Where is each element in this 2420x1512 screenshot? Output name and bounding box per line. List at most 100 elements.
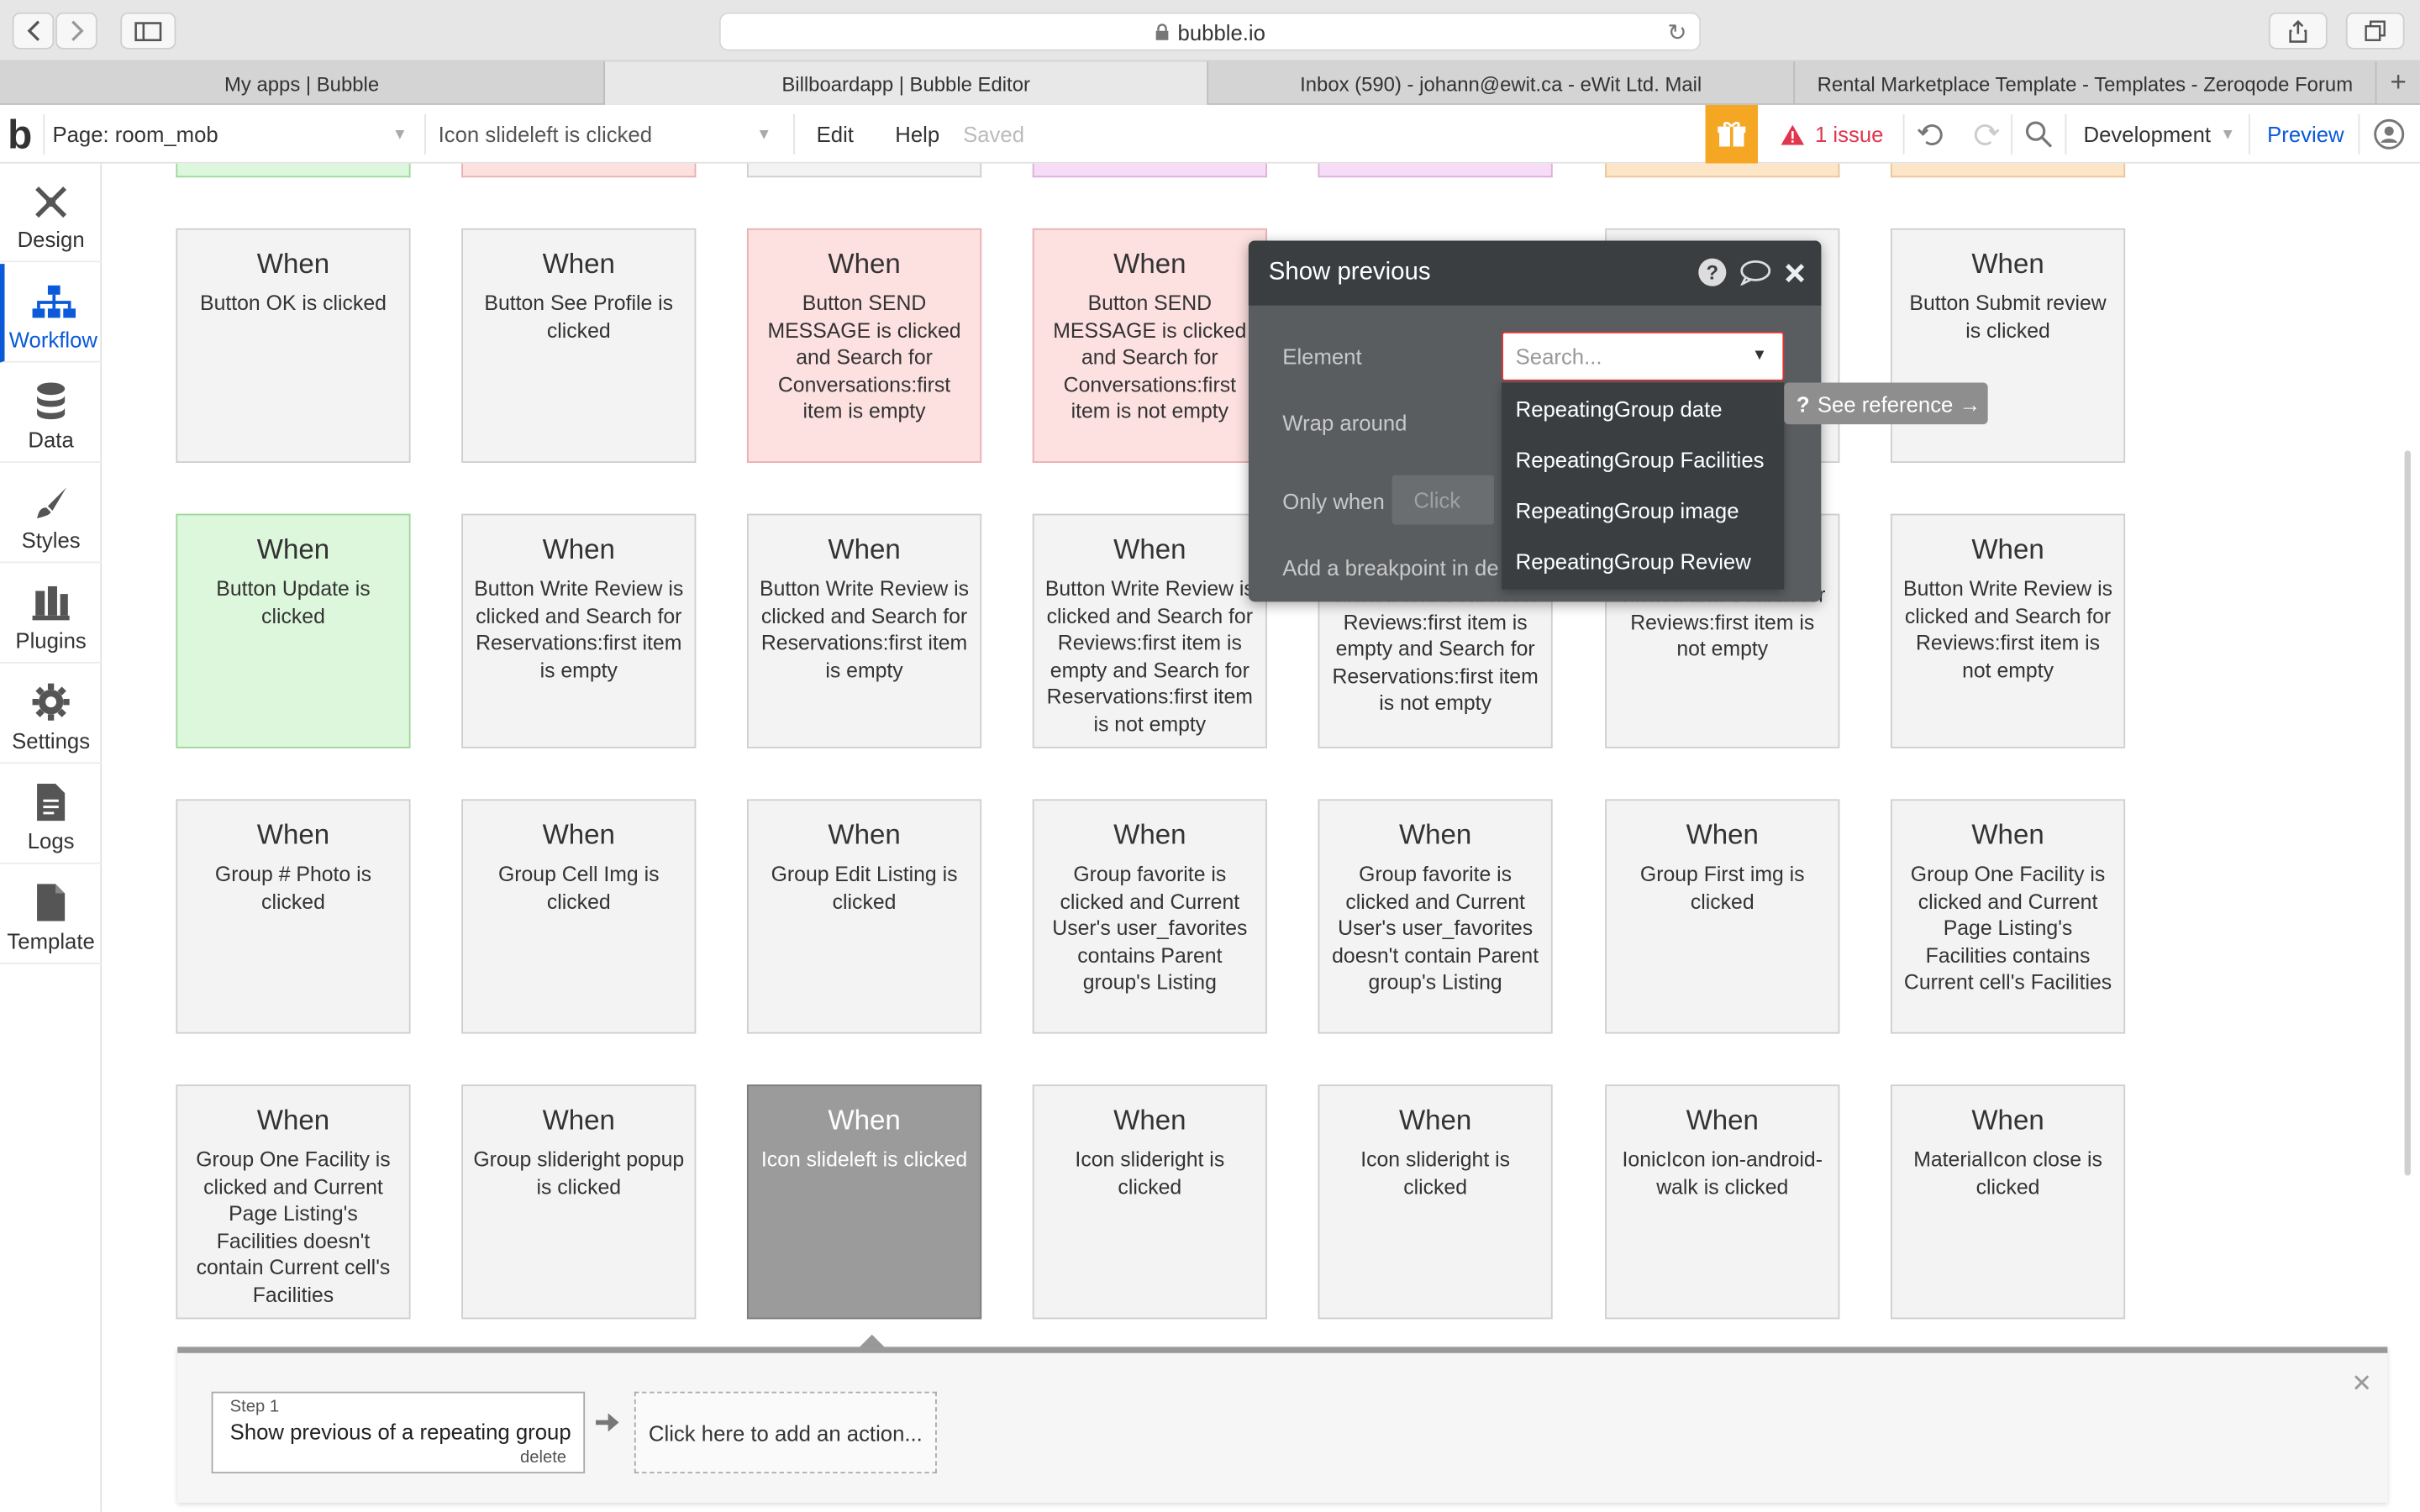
workflow-card[interactable]: When Group Cell Img is clicked bbox=[461, 799, 697, 1034]
logs-icon bbox=[37, 784, 66, 822]
workflow-card-partial[interactable] bbox=[1318, 163, 1553, 178]
divider bbox=[1902, 113, 1905, 155]
preview-button[interactable]: Preview bbox=[2267, 105, 2344, 164]
workflow-card[interactable]: When Group favorite is clicked and Curren… bbox=[1318, 799, 1553, 1034]
workflow-card-partial[interactable] bbox=[461, 163, 697, 178]
workflow-card[interactable]: When Group # Photo is clicked bbox=[176, 799, 411, 1034]
workflow-card[interactable]: When Button SEND MESSAGE is clicked and S… bbox=[746, 228, 982, 464]
tab-bubble-editor[interactable]: Billboardapp | Bubble Editor bbox=[604, 61, 1209, 105]
workflow-card[interactable]: When Button Update is clicked bbox=[176, 513, 411, 748]
share-icon[interactable] bbox=[2268, 12, 2328, 50]
sidebar-item-design[interactable]: Design bbox=[0, 164, 103, 263]
workflow-card[interactable]: When Icon slideright is clicked bbox=[1032, 1084, 1267, 1320]
issues-indicator[interactable]: 1 issue bbox=[1781, 105, 1883, 164]
chevron-down-icon: ▼ bbox=[756, 125, 772, 143]
environment-label: Development bbox=[2083, 122, 2212, 147]
workflow-card[interactable]: When Icon slideright is clicked bbox=[1318, 1084, 1553, 1320]
redo-icon[interactable] bbox=[1972, 105, 2000, 164]
bubble-logo[interactable]: b bbox=[8, 105, 32, 164]
step-delete-link[interactable]: delete bbox=[520, 1449, 566, 1467]
workflow-card[interactable]: When Button Write Review is clicked and S… bbox=[1890, 513, 2126, 748]
dropdown-option[interactable]: RepeatingGroup image bbox=[1502, 485, 1784, 536]
workflow-card[interactable]: When Group First img is clicked bbox=[1605, 799, 1840, 1034]
card-when: When bbox=[828, 819, 901, 851]
design-icon bbox=[35, 186, 67, 218]
dropdown-option[interactable]: RepeatingGroup Facilities bbox=[1502, 433, 1784, 485]
add-action-button[interactable]: Click here to add an action... bbox=[634, 1391, 937, 1474]
sidebar-item-settings[interactable]: Settings bbox=[0, 665, 103, 764]
step-number: Step 1 bbox=[229, 1398, 280, 1417]
sidebar-item-logs[interactable]: Logs bbox=[0, 765, 103, 864]
new-tab-button[interactable]: + bbox=[2377, 61, 2420, 103]
card-condition: clicked and Search for Reviews:first ite… bbox=[1332, 583, 1539, 715]
sidebar-item-label: Logs bbox=[27, 828, 75, 853]
workflow-card[interactable]: When Button See Profile is clicked bbox=[461, 228, 697, 464]
workflow-card[interactable]: When Group Edit Listing is clicked bbox=[746, 799, 982, 1034]
workflow-card-partial[interactable] bbox=[1032, 163, 1267, 178]
workflow-card[interactable]: When Group favorite is clicked and Curren… bbox=[1032, 799, 1267, 1034]
sidebar-item-workflow[interactable]: Workflow bbox=[0, 264, 103, 363]
browser-tabs: My apps | Bubble Billboardapp | Bubble E… bbox=[0, 61, 2420, 105]
card-condition: Button Submit review is clicked bbox=[1909, 291, 2107, 342]
tab-label: Billboardapp | Bubble Editor bbox=[781, 71, 1030, 95]
help-menu[interactable]: Help bbox=[895, 105, 939, 164]
page-selector[interactable]: Page: room_mob ▼ bbox=[52, 105, 413, 164]
search-icon[interactable] bbox=[2025, 105, 2053, 164]
card-condition: Group # Photo is clicked bbox=[214, 862, 372, 913]
sidebar-item-plugins[interactable]: Plugins bbox=[0, 564, 103, 664]
forward-icon[interactable] bbox=[55, 12, 97, 50]
tab-my-apps[interactable]: My apps | Bubble bbox=[0, 61, 605, 105]
element-label: Element bbox=[1282, 344, 1362, 369]
comment-icon[interactable] bbox=[1739, 260, 1772, 293]
reload-icon[interactable]: ↻ bbox=[1667, 18, 1686, 46]
workflow-card[interactable]: When IonicIcon ion-android-walk is clicke… bbox=[1605, 1084, 1840, 1320]
workflow-card[interactable]: When Group slideright popup is clicked bbox=[461, 1084, 697, 1320]
gift-icon[interactable] bbox=[1705, 104, 1759, 164]
edit-menu[interactable]: Edit bbox=[817, 105, 854, 164]
workflow-selector[interactable]: Icon slideleft is clicked ▼ bbox=[439, 105, 778, 164]
tab-inbox[interactable]: Inbox (590) - johann@ewit.ca - eWit Ltd.… bbox=[1208, 61, 1796, 105]
workflow-card[interactable]: When Button Write Review is clicked and S… bbox=[461, 513, 697, 748]
tabs-overview-icon[interactable] bbox=[2345, 12, 2405, 50]
canvas-scrollbar[interactable] bbox=[2404, 450, 2411, 1176]
workflow-card[interactable]: When MaterialIcon close is clicked bbox=[1890, 1084, 2126, 1320]
workflow-card-partial[interactable] bbox=[746, 163, 982, 178]
undo-icon[interactable] bbox=[1917, 105, 1944, 164]
back-icon[interactable] bbox=[12, 12, 55, 50]
sidebar-item-label: Template bbox=[7, 928, 95, 954]
workflow-card[interactable]: When Group One Facility is clicked and Cu… bbox=[1890, 799, 2126, 1034]
only-when-condition[interactable]: Click bbox=[1392, 475, 1494, 525]
only-when-label: Only when bbox=[1282, 489, 1385, 514]
dropdown-option[interactable]: RepeatingGroup date bbox=[1502, 383, 1784, 434]
workflow-card-partial[interactable] bbox=[1605, 163, 1840, 178]
tab-zeroqode-forum[interactable]: Rental Marketplace Template - Templates … bbox=[1795, 61, 2377, 105]
sidebar-toggle-icon[interactable] bbox=[120, 12, 176, 50]
workflow-card[interactable]: When Button Write Review is clicked and S… bbox=[746, 513, 982, 748]
help-icon[interactable]: ? bbox=[1697, 258, 1727, 295]
workflow-step[interactable]: Step 1 Show previous of a repeating grou… bbox=[211, 1391, 586, 1474]
workflow-card-partial[interactable] bbox=[176, 163, 411, 178]
sidebar-item-template[interactable]: Template bbox=[0, 865, 103, 964]
workflow-card[interactable]: When Button Submit review is clicked bbox=[1890, 228, 2126, 464]
workflow-card[interactable]: When Button OK is clicked bbox=[176, 228, 411, 464]
sidebar-item-label: Design bbox=[17, 226, 85, 252]
close-icon[interactable] bbox=[1784, 261, 1806, 291]
card-condition: Group One Facility is clicked and Curren… bbox=[1903, 862, 2112, 994]
close-panel-icon[interactable]: ✕ bbox=[2351, 1368, 2372, 1399]
workflow-card[interactable]: When Button SEND MESSAGE is clicked and S… bbox=[1032, 228, 1267, 464]
sidebar-item-data[interactable]: Data bbox=[0, 364, 103, 464]
workflow-card[interactable]: When Group One Facility is clicked and Cu… bbox=[176, 1084, 411, 1320]
workflow-card-selected[interactable]: When Icon slideleft is clicked bbox=[746, 1084, 982, 1320]
card-when: When bbox=[1113, 533, 1186, 565]
breakpoint-label[interactable]: Add a breakpoint in deb bbox=[1282, 555, 1498, 580]
avatar[interactable] bbox=[2374, 105, 2405, 164]
workflow-card[interactable]: When Button Write Review is clicked and S… bbox=[1032, 513, 1267, 748]
url-bar[interactable]: bubble.io ↻ bbox=[718, 12, 1702, 51]
dropdown-option[interactable]: RepeatingGroup Review bbox=[1502, 535, 1784, 586]
environment-selector[interactable]: Development ▼ bbox=[2084, 105, 2236, 164]
element-search-input[interactable]: Search... ▼ bbox=[1502, 331, 1785, 381]
sidebar-item-styles[interactable]: Styles bbox=[0, 465, 103, 564]
see-reference-button[interactable]: ? See reference → bbox=[1784, 382, 1988, 425]
editor-sidebar: Design Workflow Data Styles Plugins Sett… bbox=[0, 163, 103, 1512]
workflow-card-partial[interactable] bbox=[1890, 163, 2126, 178]
